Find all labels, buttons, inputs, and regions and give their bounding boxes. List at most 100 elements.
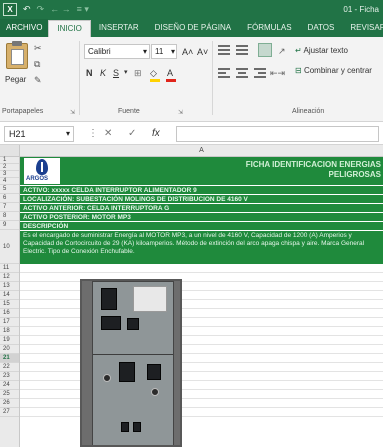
descripcion-label-row[interactable]: DESCRIPCIÓN [20, 222, 383, 230]
row-header-21[interactable]: 21 [0, 354, 19, 363]
tab-datos[interactable]: DATOS [300, 19, 343, 37]
clipboard-launcher-icon[interactable]: ⇲ [70, 109, 75, 116]
select-all-corner[interactable] [0, 145, 20, 157]
font-color-icon[interactable]: A [167, 67, 173, 79]
row-header-19[interactable]: 19 [0, 336, 19, 345]
grid-row[interactable] [20, 381, 383, 390]
switchgear-photo[interactable] [80, 279, 182, 447]
wrap-text-button[interactable]: ↵ Ajustar texto [295, 46, 348, 55]
grid-row[interactable] [20, 345, 383, 354]
descripcion-text-row[interactable]: Es el encargado de suministrar Energía a… [20, 231, 383, 264]
row-header-18[interactable]: 18 [0, 327, 19, 336]
argos-logo-icon [36, 159, 48, 175]
align-top-icon[interactable] [218, 45, 230, 55]
grid-row[interactable] [20, 399, 383, 408]
grid-row[interactable] [20, 354, 383, 363]
customize-quick-access-icon[interactable]: ≡ ▾ [77, 0, 89, 19]
tab-insertar[interactable]: INSERTAR [91, 19, 147, 37]
tab-inicio[interactable]: INICIO [48, 20, 91, 37]
enter-icon[interactable]: ✓ [128, 126, 136, 142]
row-header-8[interactable]: 8 [0, 212, 19, 221]
undo-icon[interactable]: ↶ [23, 0, 31, 19]
grid-row[interactable] [20, 309, 383, 318]
localizacion-row[interactable]: LOCALIZACIÓN: SUBESTACIÓN MOLINOS DE DIS… [20, 195, 383, 203]
grid-row[interactable] [20, 300, 383, 309]
grid-row[interactable] [20, 408, 383, 417]
grow-font-icon[interactable]: A˄ [182, 46, 193, 58]
bold-button[interactable]: N [86, 67, 93, 79]
activo-anterior-row[interactable]: ACTIVO ANTERIOR: CELDA INTERRUPTORA G [20, 204, 383, 212]
borders-icon[interactable]: ⊞ [134, 67, 142, 79]
row-header-26[interactable]: 26 [0, 399, 19, 408]
orientation-icon[interactable]: ↗ [278, 45, 286, 57]
format-painter-icon[interactable]: ✎ [34, 75, 42, 86]
grid-row[interactable] [20, 318, 383, 327]
font-name-select[interactable]: Calibri ▾ [84, 44, 150, 59]
row-header-10[interactable]: 10 [0, 230, 19, 264]
align-bottom-icon[interactable] [258, 43, 272, 57]
navigation-arrows-icon[interactable]: ← → [50, 0, 71, 19]
activo-row[interactable]: ACTIVO: xxxxx CELDA INTERRUPTOR ALIMENTA… [20, 186, 383, 194]
row-header-15[interactable]: 15 [0, 300, 19, 309]
row-header-5[interactable]: 5 [0, 185, 19, 194]
grid-row[interactable] [20, 291, 383, 300]
grid-row[interactable] [20, 264, 383, 273]
grid-row[interactable] [20, 336, 383, 345]
insert-function-icon[interactable]: fx [152, 126, 160, 142]
tab-diseno-de-pagina[interactable]: DISEÑO DE PÁGINA [147, 19, 239, 37]
grid-row[interactable] [20, 327, 383, 336]
indent-icon[interactable]: ⇤⇥ [270, 67, 285, 79]
merge-center-button[interactable]: ⊟ Combinar y centrar [295, 66, 372, 75]
row-header-3[interactable]: 3 [0, 171, 19, 178]
column-header-a[interactable]: A [20, 145, 383, 157]
grid-row[interactable] [20, 282, 383, 291]
chevron-down-icon[interactable]: ▾ [124, 67, 128, 79]
tab-archivo[interactable]: ARCHIVO [0, 19, 49, 37]
align-middle-icon[interactable] [236, 45, 248, 55]
row-header-23[interactable]: 23 [0, 372, 19, 381]
row-header-6[interactable]: 6 [0, 194, 19, 203]
copy-icon[interactable]: ⧉ [34, 59, 40, 70]
row-header-25[interactable]: 25 [0, 390, 19, 399]
excel-icon[interactable]: X [3, 3, 17, 16]
row-header-14[interactable]: 14 [0, 291, 19, 300]
grid-row[interactable] [20, 363, 383, 372]
cancel-icon[interactable]: ✕ [104, 126, 112, 142]
row-header-20[interactable]: 20 [0, 345, 19, 354]
row-header-1[interactable]: 1 [0, 157, 19, 164]
font-launcher-icon[interactable]: ⇲ [178, 109, 183, 116]
cut-icon[interactable]: ✂ [34, 43, 42, 54]
row-header-7[interactable]: 7 [0, 203, 19, 212]
tab-revisar[interactable]: REVISAR [342, 19, 383, 37]
italic-button[interactable]: K [100, 67, 106, 79]
align-center-icon[interactable] [236, 68, 248, 78]
sheet-cells[interactable]: ARGOS FICHA IDENTIFICACION ENERGIAS PELI… [20, 157, 383, 447]
row-header-2[interactable]: 2 [0, 164, 19, 171]
row-header-12[interactable]: 12 [0, 273, 19, 282]
row-header-4[interactable]: 4 [0, 178, 19, 185]
row-header-27[interactable]: 27 [0, 408, 19, 417]
logo-text: ARGOS [26, 176, 49, 182]
grid-row[interactable] [20, 390, 383, 399]
row-header-24[interactable]: 24 [0, 381, 19, 390]
align-right-icon[interactable] [254, 68, 266, 78]
name-box[interactable]: H21 ▾ [4, 126, 74, 142]
row-header-22[interactable]: 22 [0, 363, 19, 372]
row-header-11[interactable]: 11 [0, 264, 19, 273]
font-size-select[interactable]: 11 ▾ [151, 44, 177, 59]
row-header-13[interactable]: 13 [0, 282, 19, 291]
underline-button[interactable]: S [113, 67, 119, 79]
redo-icon[interactable]: ↷ [37, 0, 45, 19]
fill-color-icon[interactable]: ◇ [150, 67, 157, 79]
formula-input[interactable] [176, 126, 379, 142]
row-header-9[interactable]: 9 [0, 221, 19, 230]
row-header-16[interactable]: 16 [0, 309, 19, 318]
grid-row[interactable] [20, 273, 383, 282]
tab-formulas[interactable]: FÓRMULAS [239, 19, 299, 37]
row-header-17[interactable]: 17 [0, 318, 19, 327]
shrink-font-icon[interactable]: A˅ [197, 46, 208, 58]
grid-row[interactable] [20, 372, 383, 381]
activo-posterior-row[interactable]: ACTIVO POSTERIOR: MOTOR MP3 [20, 213, 383, 221]
paste-button[interactable]: Pegar [5, 75, 26, 84]
align-left-icon[interactable] [218, 68, 230, 78]
